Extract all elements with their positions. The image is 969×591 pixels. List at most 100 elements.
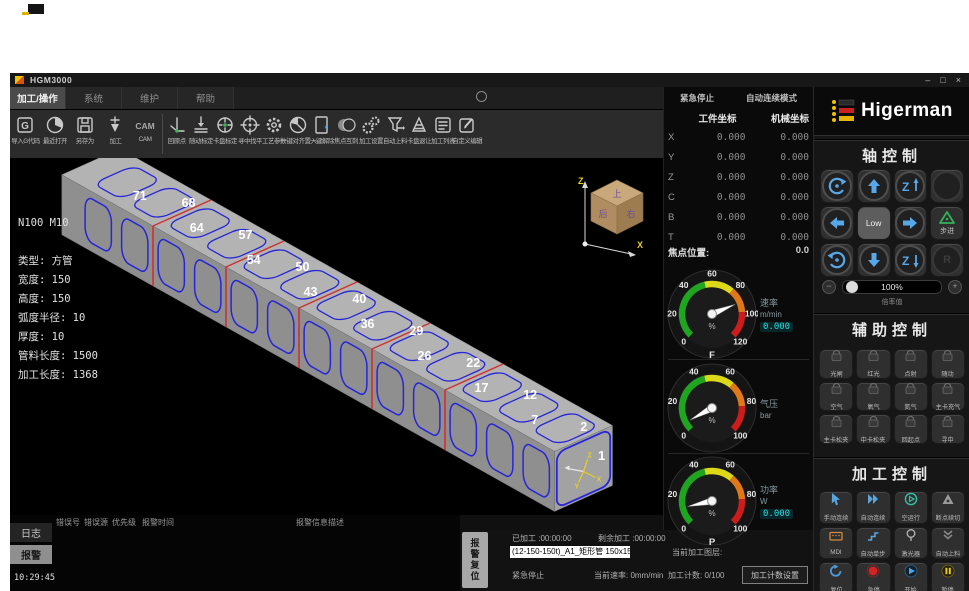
- jog-y-plus-button[interactable]: [857, 169, 891, 203]
- 3d-viewport[interactable]: 7168645754504340362926221712721ZXY N100 …: [10, 158, 663, 515]
- jog-step-mode-button[interactable]: 步进: [930, 206, 964, 240]
- close-button[interactable]: ×: [956, 73, 961, 87]
- menu-tab-3[interactable]: 帮助: [178, 87, 234, 109]
- estop-button[interactable]: 急停: [856, 562, 890, 591]
- process-params-icon: [264, 113, 284, 136]
- toolbar-item-one-key-align[interactable]: 一键对齐置入: [286, 110, 310, 158]
- toolbar-item-process-params[interactable]: 工艺参数: [262, 110, 286, 158]
- toolbar-item-import-gcode[interactable]: G导入G代码: [10, 110, 40, 158]
- gauge-气压: 020406080100% 气压 bar: [666, 362, 811, 454]
- jog-x-plus-button[interactable]: [894, 206, 928, 240]
- jog-blank-1-button[interactable]: [930, 169, 964, 203]
- follow-button[interactable]: 随动: [931, 349, 965, 379]
- estop-label: 紧急停止: [680, 92, 714, 104]
- current-file-field[interactable]: (12-150-150t)_A1_矩形管 150x15: [510, 546, 630, 558]
- nitrogen-button[interactable]: 氮气: [894, 382, 928, 412]
- button-label: 断点续切: [936, 513, 961, 523]
- auto-load-button[interactable]: 自动上料: [931, 527, 965, 560]
- toolbar-label: 卡盘退让: [407, 136, 431, 145]
- air-button[interactable]: 空气: [819, 382, 853, 412]
- toolbar-item-process[interactable]: 加工: [100, 110, 130, 158]
- red-light-button[interactable]: 红光: [856, 349, 890, 379]
- jog-c-plus-button[interactable]: [820, 169, 854, 203]
- gauge-dial: 020406080100%P: [666, 455, 758, 547]
- override-slider[interactable]: 100%: [842, 280, 942, 294]
- start-button[interactable]: 开始: [894, 562, 928, 591]
- mid-chuck-clamp-button[interactable]: 中卡松夹: [856, 414, 890, 444]
- main-chuck-clamp-button[interactable]: 主卡松夹: [819, 414, 853, 444]
- jog-z-plus-button[interactable]: Z: [894, 169, 928, 203]
- auto-continuous-button[interactable]: 自动连续: [856, 491, 890, 524]
- maximize-button[interactable]: □: [940, 73, 945, 87]
- mdi-button[interactable]: MDI: [819, 527, 853, 560]
- manual-continuous-button[interactable]: 手动连续: [819, 491, 853, 524]
- toolbar-item-chuck-retreat[interactable]: 卡盘退让: [407, 110, 431, 158]
- laser-button[interactable]: 激光器: [894, 527, 928, 560]
- shutter-button[interactable]: 光闸: [819, 349, 853, 379]
- page-artifact: [28, 4, 44, 14]
- tab-log[interactable]: 日志: [10, 523, 52, 542]
- svg-text:X: X: [597, 477, 602, 484]
- toolbar-overflow-icon[interactable]: [476, 91, 487, 102]
- override-plus-button[interactable]: +: [948, 280, 962, 294]
- svg-text:60: 60: [707, 268, 717, 278]
- alarm-reset-button[interactable]: 报警复位: [462, 532, 488, 588]
- toolbar-label: 随动标定: [189, 136, 213, 145]
- process-count: 加工计数: 0/100: [668, 570, 724, 581]
- alarm-col-0: 错误号: [56, 517, 80, 528]
- return-start-button[interactable]: 回起点: [894, 414, 928, 444]
- override-slider-knob[interactable]: [846, 281, 858, 293]
- burst-button[interactable]: 点射: [894, 349, 928, 379]
- toolbar-item-centering-level[interactable]: 寻中找平: [238, 110, 262, 158]
- menu-tab-1[interactable]: 系统: [66, 87, 122, 109]
- reset-button[interactable]: 复位: [819, 562, 853, 591]
- menu-tab-2[interactable]: 维护: [122, 87, 178, 109]
- count-settings-button[interactable]: 加工计数设置: [742, 566, 808, 584]
- toolbar-item-process-settings[interactable]: 加工设置: [359, 110, 383, 158]
- red-light-icon: [867, 349, 880, 367]
- chuck-retreat-icon: [409, 113, 429, 136]
- toolbar-item-save-as[interactable]: 另存为: [70, 110, 100, 158]
- svg-text:57: 57: [239, 228, 253, 242]
- work-coord-value: 0.000: [682, 152, 746, 163]
- coord-row-B: B 0.000 0.000: [668, 207, 809, 227]
- svg-text:%: %: [708, 322, 715, 331]
- gauge-速率: 020406080100120%F 速率 m/min 0.000: [666, 268, 811, 360]
- jog-blank-r-button[interactable]: R: [930, 243, 964, 277]
- main-chuck-clamp-icon: [830, 415, 843, 433]
- tab-alarm[interactable]: 报警: [10, 545, 52, 564]
- nitrogen-icon: [904, 382, 917, 400]
- pause-button[interactable]: 暂停: [931, 562, 965, 591]
- toolbar-item-cam[interactable]: CAMCAM: [130, 110, 160, 158]
- override-minus-button[interactable]: −: [822, 280, 836, 294]
- dry-run-button[interactable]: 空运行: [894, 491, 928, 524]
- jog-x-minus-button[interactable]: [820, 206, 854, 240]
- svg-text:80: 80: [736, 280, 746, 290]
- toolbar-item-recent-open[interactable]: 最近打开: [40, 110, 70, 158]
- jog-z-minus-button[interactable]: Z: [894, 243, 928, 277]
- toolbar-item-one-key-release[interactable]: *一键解除: [310, 110, 334, 158]
- gauge-name: 功率: [760, 483, 793, 496]
- minimize-button[interactable]: –: [925, 73, 930, 87]
- toolbar-item-process-list[interactable]: 加工列表: [431, 110, 455, 158]
- aux-control-grid: 光闸红光点射随动空气氧气氮气主卡充气主卡松夹中卡松夹回起点寻中: [819, 349, 965, 444]
- svg-text:40: 40: [352, 292, 366, 306]
- toolbar-item-chuck-calibration[interactable]: 卡盘标定: [213, 110, 237, 158]
- orientation-cube[interactable]: 上 后 右 Z X: [565, 166, 663, 262]
- oxygen-button[interactable]: 氧气: [856, 382, 890, 412]
- centering-button[interactable]: 寻中: [931, 414, 965, 444]
- breakpoint-resume-button[interactable]: 断点续切: [931, 491, 965, 524]
- jog-c-minus-button[interactable]: [820, 243, 854, 277]
- one-key-release-icon: *: [312, 113, 332, 136]
- jog-y-minus-button[interactable]: [857, 243, 891, 277]
- toolbar-item-custom-edit[interactable]: 自定义编辑: [455, 110, 479, 158]
- main-chuck-inflate-button[interactable]: 主卡充气: [931, 382, 965, 412]
- menu-tab-0[interactable]: 加工/操作: [10, 87, 66, 109]
- toolbar-item-home[interactable]: 回原点: [165, 110, 189, 158]
- auto-single-step-button[interactable]: 自动单步: [856, 527, 890, 560]
- toolbar-item-focus-pierce[interactable]: 焦点互刺: [334, 110, 358, 158]
- jog-speed-low-button[interactable]: Low: [857, 206, 891, 240]
- toolbar-item-follow-calibration[interactable]: 随动标定: [189, 110, 213, 158]
- svg-text:80: 80: [747, 396, 757, 406]
- toolbar-item-auto-feed[interactable]: 自动上料: [383, 110, 407, 158]
